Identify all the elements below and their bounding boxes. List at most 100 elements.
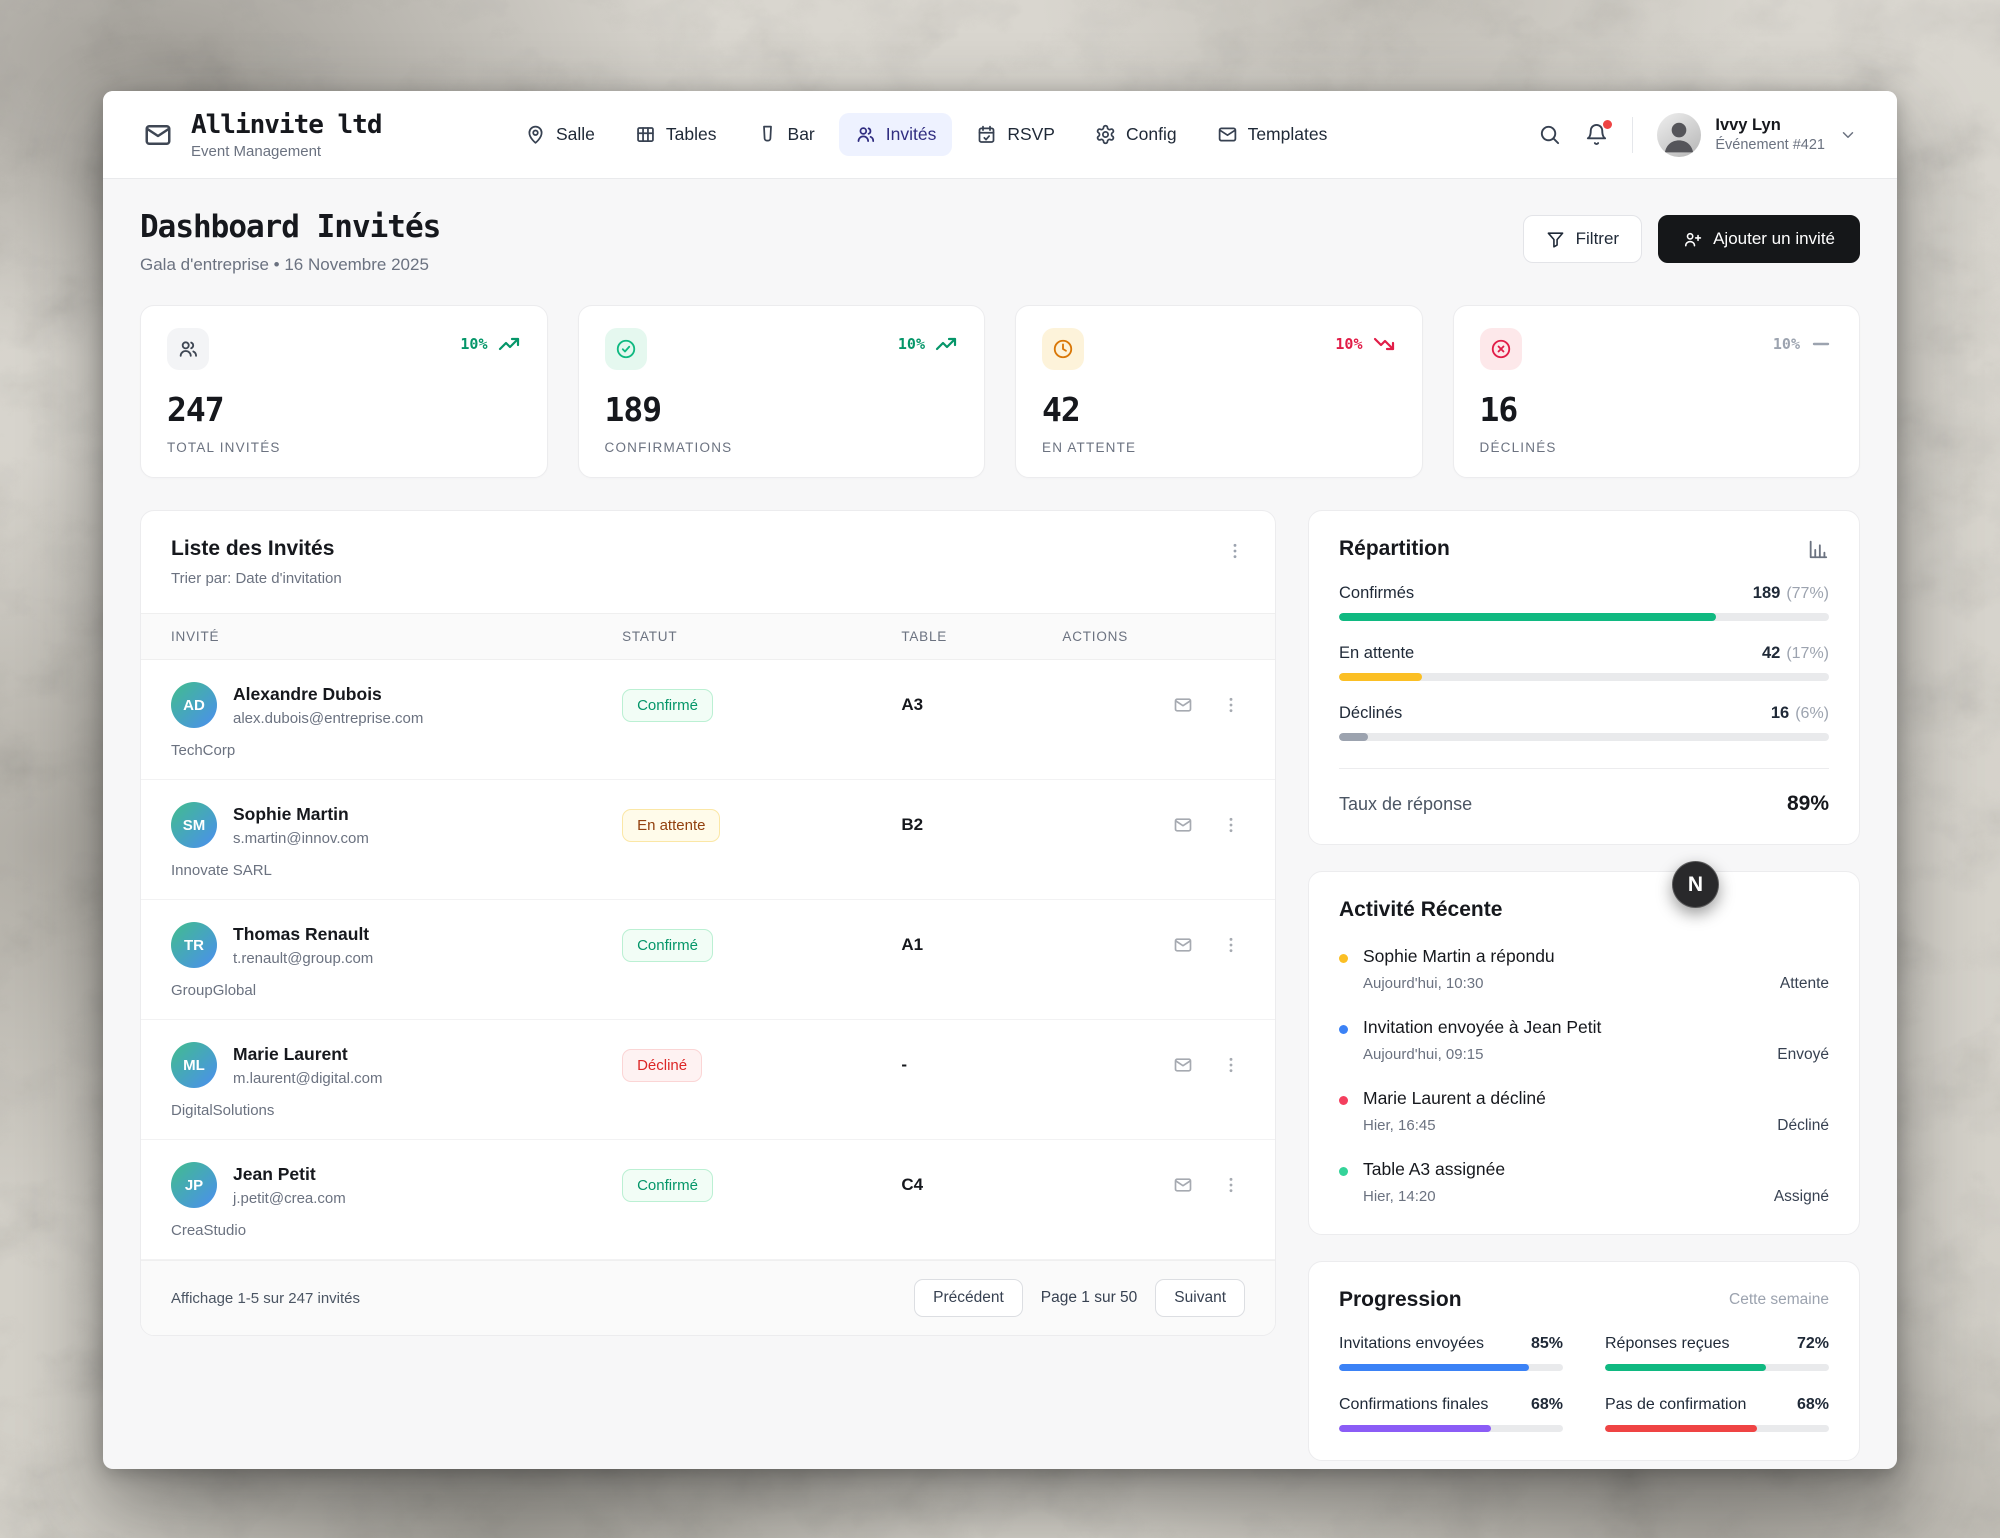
nav-item[interactable]: Tables	[619, 113, 733, 156]
guest-name: Marie Laurent	[233, 1044, 382, 1065]
progression-period: Cette semaine	[1729, 1291, 1829, 1309]
column-header[interactable]: TABLE	[901, 629, 1062, 644]
table-row[interactable]: TR Thomas Renault t.renault@group.com Co…	[141, 900, 1275, 1020]
row-menu-icon[interactable]	[1221, 935, 1241, 955]
status-badge: Décliné	[622, 1049, 702, 1082]
row-menu-icon[interactable]	[1221, 1175, 1241, 1195]
head-actions: Filtrer Ajouter un invité	[1523, 215, 1860, 263]
guest-company: CreaStudio	[171, 1222, 1245, 1239]
progress-track	[1339, 733, 1829, 741]
page-subtitle: Gala d'entreprise • 16 Novembre 2025	[140, 255, 440, 275]
table-row[interactable]: ML Marie Laurent m.laurent@digital.com D…	[141, 1020, 1275, 1140]
stat-card: 10% 189 CONFIRMATIONS	[578, 305, 986, 478]
nav-item[interactable]: Bar	[741, 113, 831, 156]
send-mail-icon[interactable]	[1173, 1055, 1193, 1075]
table-row[interactable]: AD Alexandre Dubois alex.dubois@entrepri…	[141, 660, 1275, 780]
activity-dot	[1339, 954, 1348, 963]
floating-n-button[interactable]: N	[1672, 861, 1719, 908]
avatar-photo	[1657, 113, 1701, 157]
progress-fill	[1339, 613, 1716, 621]
check-circle-icon	[615, 338, 637, 360]
send-mail-icon[interactable]	[1173, 935, 1193, 955]
column-header[interactable]: STATUT	[622, 629, 901, 644]
search-icon[interactable]	[1538, 123, 1561, 146]
progress-track	[1605, 1425, 1829, 1432]
progression-label: Réponses reçues	[1605, 1335, 1730, 1353]
nav-item[interactable]: RSVP	[960, 113, 1071, 156]
guest-company: Innovate SARL	[171, 862, 1245, 879]
glass-icon	[757, 124, 778, 145]
pagination-summary: Affichage 1-5 sur 247 invités	[171, 1290, 360, 1307]
table-footer: Affichage 1-5 sur 247 invités Précédent …	[141, 1260, 1275, 1335]
row-menu-icon[interactable]	[1221, 1055, 1241, 1075]
bar-chart-icon[interactable]	[1807, 538, 1829, 560]
funnel-icon	[1546, 230, 1565, 249]
guest-name: Sophie Martin	[233, 804, 369, 825]
column-header[interactable]: ACTIONS	[1062, 629, 1245, 644]
nav-item[interactable]: Templates	[1201, 113, 1344, 156]
stat-card: 10% 247 TOTAL INVITÉS	[140, 305, 548, 478]
progression-value: 85%	[1531, 1335, 1563, 1353]
nav-item[interactable]: Config	[1079, 113, 1193, 156]
repartition-value: 189	[1753, 584, 1781, 602]
notifications-button[interactable]	[1585, 123, 1608, 146]
activity-status: Attente	[1780, 975, 1829, 993]
prev-page-button[interactable]: Précédent	[914, 1279, 1023, 1317]
more-menu-icon[interactable]	[1225, 541, 1245, 561]
row-menu-icon[interactable]	[1221, 815, 1241, 835]
activity-time: Aujourd'hui, 10:30	[1363, 975, 1483, 993]
calendar-check-icon	[976, 124, 997, 145]
trend-up-icon	[497, 332, 521, 356]
progress-track	[1339, 1364, 1563, 1371]
column-header[interactable]: INVITÉ	[171, 629, 622, 644]
trend-up-icon	[934, 332, 958, 356]
header-right: Ivvy Lyn Événement #421	[1538, 113, 1857, 157]
nav-item[interactable]: Invités	[839, 113, 953, 156]
nav-item-label: RSVP	[1007, 124, 1055, 145]
activity-time: Hier, 14:20	[1363, 1188, 1436, 1206]
avatar	[1657, 113, 1701, 157]
status-badge: Confirmé	[622, 689, 713, 722]
guest-avatar: JP	[171, 1162, 217, 1208]
send-mail-icon[interactable]	[1173, 695, 1193, 715]
clock-icon	[1052, 338, 1074, 360]
main-area: Liste des Invités Trier par: Date d'invi…	[140, 510, 1860, 1461]
progression-item: Confirmations finales 68%	[1339, 1396, 1563, 1432]
activity-dot	[1339, 1096, 1348, 1105]
guest-table: C4	[901, 1175, 1062, 1195]
repartition-item: En attente 42(17%)	[1339, 644, 1829, 681]
user-event: Événement #421	[1715, 137, 1825, 153]
guest-name: Thomas Renault	[233, 924, 373, 945]
activity-dot	[1339, 1025, 1348, 1034]
progress-fill	[1339, 1425, 1491, 1432]
progress-fill	[1339, 733, 1368, 741]
guest-table: A1	[901, 935, 1062, 955]
repartition-percent: (17%)	[1786, 645, 1829, 662]
table-row[interactable]: JP Jean Petit j.petit@crea.com Confirmé	[141, 1140, 1275, 1260]
send-mail-icon[interactable]	[1173, 815, 1193, 835]
activity-card: Activité Récente Sophie Martin a répondu…	[1308, 871, 1860, 1235]
guest-list-title: Liste des Invités	[171, 537, 342, 561]
table-row[interactable]: SM Sophie Martin s.martin@innov.com En a…	[141, 780, 1275, 900]
row-menu-icon[interactable]	[1221, 695, 1241, 715]
add-guest-button[interactable]: Ajouter un invité	[1658, 215, 1860, 263]
guest-avatar: SM	[171, 802, 217, 848]
chevron-down-icon	[1839, 126, 1857, 144]
trend-flat-icon	[1809, 332, 1833, 356]
filter-button[interactable]: Filtrer	[1523, 215, 1642, 263]
main-nav: Salle Tables Bar Invités	[509, 113, 1343, 156]
side-column: Répartition Confirmés 189(77%)	[1308, 510, 1860, 1461]
progression-item: Pas de confirmation 68%	[1605, 1396, 1829, 1432]
gear-icon	[1095, 124, 1116, 145]
profile-menu[interactable]: Ivvy Lyn Événement #421	[1657, 113, 1857, 157]
nav-item[interactable]: Salle	[509, 113, 611, 156]
progression-card: Progression Cette semaine Invitations en…	[1308, 1261, 1860, 1461]
stat-value: 247	[167, 390, 521, 429]
stat-trend: 10%	[1773, 332, 1833, 356]
progress-fill	[1339, 1364, 1529, 1371]
activity-item: Table A3 assignée Hier, 14:20 Assigné	[1339, 1159, 1829, 1206]
next-page-button[interactable]: Suivant	[1155, 1279, 1245, 1317]
response-rate-label: Taux de réponse	[1339, 794, 1472, 815]
page-content: Dashboard Invités Gala d'entreprise • 16…	[103, 179, 1897, 1461]
send-mail-icon[interactable]	[1173, 1175, 1193, 1195]
